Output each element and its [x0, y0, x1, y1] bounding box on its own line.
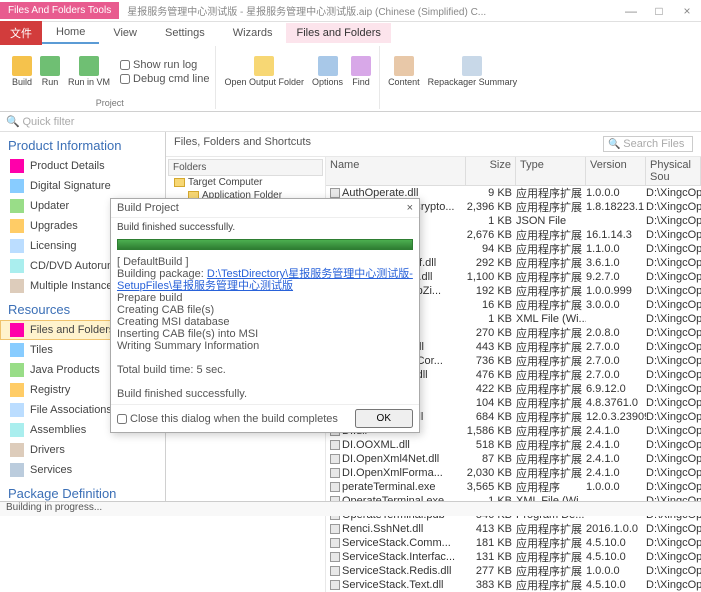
dialog-title: Build Project [117, 202, 179, 214]
dialog-close-icon[interactable]: × [407, 202, 413, 214]
folders-header: Folders [168, 159, 323, 176]
file-row[interactable]: perateTerminal.exe3,565 KB应用程序1.0.0.0D:\… [326, 480, 701, 494]
show-run-log[interactable]: Show run log [120, 59, 209, 71]
window-title: 星报服务管理中心测试版 - 星报服务管理中心测试版.aip (Chinese (… [127, 3, 617, 18]
file-row[interactable]: DI.OpenXmlForma...2,030 KB应用程序扩展2.4.1.0D… [326, 466, 701, 480]
col-version[interactable]: Version [586, 157, 646, 185]
progress-bar [117, 239, 413, 250]
tree-target-computer[interactable]: Target Computer [168, 176, 323, 189]
run-vm-button[interactable]: Run in VM [66, 54, 112, 89]
repackager-button[interactable]: Repackager Summary [426, 54, 520, 89]
search-files[interactable]: 🔍 Search Files [603, 136, 693, 152]
tab-wizards[interactable]: Wizards [219, 23, 287, 43]
debug-cmd-line[interactable]: Debug cmd line [120, 73, 209, 85]
file-row[interactable]: ServiceStack.Interfac...131 KB应用程序扩展4.5.… [326, 550, 701, 564]
tab-settings[interactable]: Settings [151, 23, 219, 43]
run-button[interactable]: Run [38, 54, 62, 89]
file-row[interactable]: DI.OOXML.dll518 KB应用程序扩展2.4.1.0D:\XingcO… [326, 438, 701, 452]
tab-files-folders[interactable]: Files and Folders [286, 23, 390, 43]
tab-home[interactable]: Home [42, 22, 99, 44]
open-output-button[interactable]: Open Output Folder [222, 54, 306, 89]
file-menu[interactable]: 文件 [0, 21, 42, 45]
col-name[interactable]: Name [326, 157, 466, 185]
options-button[interactable]: Options [310, 54, 345, 89]
quick-filter[interactable]: Quick filter [22, 116, 74, 128]
nav-services[interactable]: Services [0, 460, 165, 480]
group-project: Project [96, 97, 124, 109]
file-row[interactable]: ServiceStack.Redis.dll277 KB应用程序扩展1.0.0.… [326, 564, 701, 578]
build-button[interactable]: Build [10, 54, 34, 89]
tab-view[interactable]: View [99, 23, 151, 43]
nav-digital-signature[interactable]: Digital Signature [0, 176, 165, 196]
nav-product-details[interactable]: Product Details [0, 156, 165, 176]
file-row[interactable]: Renci.SshNet.dll413 KB应用程序扩展2016.1.0.0D:… [326, 522, 701, 536]
close-on-complete[interactable]: Close this dialog when the build complet… [117, 413, 338, 425]
file-row[interactable]: DI.OpenXml4Net.dll87 KB应用程序扩展2.4.1.0D:\X… [326, 452, 701, 466]
dialog-message: Build finished successfully. [111, 218, 419, 237]
content-button[interactable]: Content [386, 54, 422, 89]
ok-button[interactable]: OK [355, 409, 413, 428]
maximize-icon[interactable]: □ [645, 4, 673, 18]
build-dialog: Build Project × Build finished successful… [110, 198, 420, 433]
file-row[interactable]: ServiceStack.Text.dll383 KB应用程序扩展4.5.10.… [326, 578, 701, 592]
build-log: [ DefaultBuild ] Building package: D:\Te… [111, 252, 419, 404]
status-bar: Building in progress... [0, 501, 701, 516]
minimize-icon[interactable]: — [617, 4, 645, 18]
col-size[interactable]: Size [466, 157, 516, 185]
panel-title: Files, Folders and Shortcuts [174, 136, 311, 152]
col-type[interactable]: Type [516, 157, 586, 185]
nav-drivers[interactable]: Drivers [0, 440, 165, 460]
file-row[interactable]: ServiceStack.Comm...181 KB应用程序扩展4.5.10.0… [326, 536, 701, 550]
find-button[interactable]: Find [349, 54, 373, 89]
section-product-info: Product Information [0, 132, 165, 156]
close-icon[interactable]: × [673, 4, 701, 18]
search-icon: 🔍 [6, 115, 20, 128]
tool-tab: Files And Folders Tools [0, 2, 119, 19]
col-physical[interactable]: Physical Sou [646, 157, 701, 185]
